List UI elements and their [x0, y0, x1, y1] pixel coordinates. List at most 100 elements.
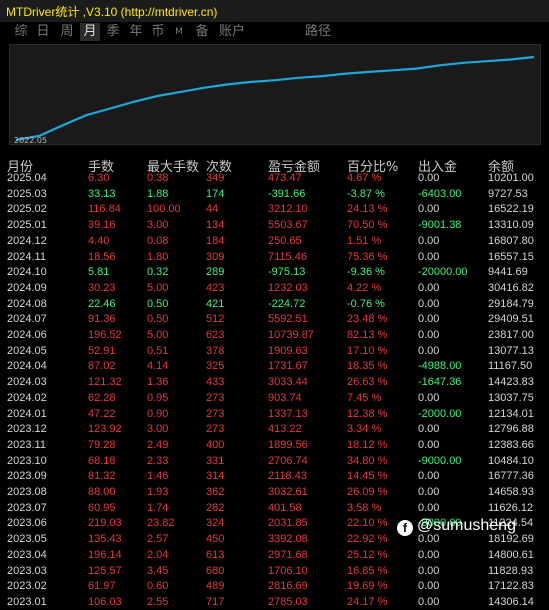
cell-month: 2024.07: [7, 313, 47, 326]
cell-deposit-withdrawal: 0.00: [418, 297, 440, 310]
tab-week[interactable]: 周: [57, 23, 77, 41]
cell-count: 349: [206, 172, 225, 184]
cell-pnl: 2031.85: [268, 517, 308, 530]
table-row[interactable]: 2024.06 196.52 5.00 623 10739.87 82.13 % 0.00 2…: [0, 328, 549, 343]
tab-month[interactable]: 月: [80, 23, 100, 41]
tab-summary[interactable]: 综: [11, 23, 31, 41]
cell-percent: 18.35 %: [347, 360, 388, 373]
cell-percent: 19.69 %: [347, 580, 388, 593]
cell-lots: 30.23: [88, 281, 116, 294]
tab-year[interactable]: 年: [126, 23, 146, 41]
table-row[interactable]: 2023.04 196.14 2.04 613 2971.68 25.12 % 0.00 14…: [0, 548, 549, 563]
cell-month: 2023.06: [7, 517, 47, 530]
cell-month: 2024.05: [7, 344, 47, 357]
cell-lots: 116.84: [88, 203, 121, 216]
cell-lots: 121.32: [88, 376, 122, 389]
cell-count: 680: [206, 564, 225, 577]
cell-count: 421: [206, 297, 225, 310]
cell-balance: 14800.61: [488, 548, 534, 561]
cell-lots: 88.00: [88, 486, 116, 498]
cell-balance: 16522.19: [488, 203, 534, 216]
cell-max-lots: 2.55: [147, 595, 169, 608]
cell-count: 314: [206, 470, 225, 483]
cell-deposit-withdrawal: 0.00: [418, 438, 440, 451]
cell-balance: 16777.36: [488, 470, 534, 483]
cell-deposit-withdrawal: 0.00: [418, 423, 440, 436]
cell-count: 400: [206, 438, 225, 451]
cell-balance: 16807.80: [488, 234, 534, 247]
cell-deposit-withdrawal: 0.00: [418, 580, 440, 593]
cell-percent: 17.10 %: [347, 344, 388, 357]
cell-deposit-withdrawal: -20000.00: [418, 266, 468, 279]
table-row[interactable]: 2023.08 88.00 1.93 362 3032.61 26.09 % 0.00 146…: [0, 485, 549, 500]
table-row[interactable]: 2024.03 121.32 1.36 433 3033.44 26.63 % -1647.…: [0, 375, 549, 390]
table-row[interactable]: 2024.02 62.28 0.95 273 903.74 7.45 % 0.00 13037…: [0, 391, 549, 406]
tab-notes[interactable]: 备: [192, 23, 212, 41]
cell-balance: 13037.75: [488, 391, 534, 404]
cell-deposit-withdrawal: -9000.00: [418, 454, 462, 467]
cell-balance: 17122.83: [488, 580, 534, 593]
cell-count: 423: [206, 281, 225, 294]
table-row[interactable]: 2023.10 68.18 2.33 331 2706.74 34.80 % -9000.0…: [0, 454, 549, 469]
table-row[interactable]: 2024.04 87.02 4.14 325 1731.67 18.35 % -4988.0…: [0, 359, 549, 374]
table-row[interactable]: 2023.11 79.28 2.49 400 1899.56 18.12 % 0.00 123…: [0, 438, 549, 453]
cell-count: 512: [206, 313, 225, 326]
cell-lots: 135.43: [88, 533, 122, 546]
cell-month: 2023.08: [7, 486, 47, 498]
cell-pnl: 1706.10: [268, 564, 308, 577]
cell-pnl: 7115.46: [268, 250, 307, 263]
cell-pnl: -391.66: [268, 187, 306, 200]
cell-month: 2024.01: [7, 407, 47, 420]
cell-pnl: 3392.08: [268, 533, 308, 546]
table-row[interactable]: 2024.10 5.81 0.32 289 -975.13 -9.36 % -20000.0…: [0, 265, 549, 280]
tab-quarter[interactable]: 季: [103, 23, 123, 41]
table-row[interactable]: 2025.01 39.16 3.00 134 5503.67 70.50 % -9001.3…: [0, 218, 549, 233]
cell-deposit-withdrawal: 0.00: [418, 548, 440, 561]
cell-deposit-withdrawal: -1647.36: [418, 376, 462, 389]
cell-month: 2023.03: [7, 564, 47, 577]
table-row[interactable]: 2024.12 4.40 0.08 184 250.65 1.51 % 0.00 16807.…: [0, 234, 549, 249]
cell-pnl: 1909.63: [268, 344, 308, 357]
table-row[interactable]: 2024.05 52.91 0.51 378 1909.63 17.10 % 0.00 130…: [0, 344, 549, 359]
table-row[interactable]: 2025.03 33.13 1.88 174 -391.66 -3.87 % -6403.0…: [0, 187, 549, 202]
table-row[interactable]: 2023.03 125.57 3.45 680 1706.10 16.85 % 0.00 11…: [0, 564, 549, 579]
cell-pnl: 3032.61: [268, 486, 308, 498]
cell-pnl: 903.74: [268, 391, 302, 404]
tab-currency[interactable]: 币: [148, 23, 168, 41]
cell-percent: 1.51 %: [347, 234, 382, 247]
tab-day[interactable]: 日: [33, 23, 53, 41]
cell-deposit-withdrawal: 0.00: [418, 329, 440, 341]
table-row[interactable]: 2023.09 81.32 1.46 314 2118.43 14.45 % 0.00 167…: [0, 469, 549, 484]
table-row[interactable]: 2024.08 22.46 0.50 421 -224.72 -0.76 % 0.00 291…: [0, 297, 549, 312]
table-row[interactable]: 2024.09 30.23 5.00 423 1232.03 4.22 % 0.00 3041…: [0, 281, 549, 296]
cell-month: 2024.06: [7, 329, 47, 341]
cell-deposit-withdrawal: 0.00: [418, 470, 440, 483]
table-row[interactable]: 2023.01 106.03 2.55 717 2785.03 24.17 % 0.00 14…: [0, 595, 549, 610]
table-row[interactable]: 2025.02 116.84 100.00 44 3212.10 24.13 % 0.00 1…: [0, 202, 549, 217]
cell-deposit-withdrawal: 0.00: [418, 234, 440, 247]
cell-max-lots: 2.04: [147, 548, 169, 561]
cell-max-lots: 3.00: [147, 423, 169, 436]
table-row[interactable]: 2024.01 47.22 0.90 273 1337.13 12.38 % -2000.0…: [0, 407, 549, 422]
cell-pnl: 5503.67: [268, 219, 308, 232]
cell-balance: 14306.14: [488, 595, 534, 608]
cell-max-lots: 4.14: [147, 360, 169, 373]
cell-month: 2023.10: [7, 454, 47, 467]
cell-pnl: 3212.10: [268, 203, 308, 216]
table-row[interactable]: 2025.04 6.30 0.38 349 473.47 4.67 % 0.00 10201.…: [0, 171, 549, 186]
table-row[interactable]: 2024.11 18.56 1.80 309 7115.46 75.36 % 0.00 165…: [0, 250, 549, 265]
tab-path[interactable]: 路径: [303, 23, 333, 41]
cell-month: 2025.04: [7, 172, 47, 184]
table-row[interactable]: 2023.12 123.92 3.00 273 413.22 3.34 % 0.00 1279…: [0, 422, 549, 437]
tab-m[interactable]: M: [171, 23, 187, 41]
tab-account[interactable]: 账户: [217, 23, 247, 41]
cell-max-lots: 1.74: [147, 501, 169, 514]
cell-count: 184: [206, 234, 225, 247]
cell-month: 2024.10: [7, 266, 47, 279]
cell-pnl: 5592.51: [268, 313, 308, 326]
cell-balance: 14423.83: [488, 376, 534, 389]
table-row[interactable]: 2023.02 61.97 0.60 489 2816.69 19.69 % 0.00 171…: [0, 579, 549, 594]
cell-max-lots: 1.80: [147, 250, 169, 263]
table-row[interactable]: 2024.07 91.36 0.50 512 5592.51 23.48 % 0.00 294…: [0, 312, 549, 327]
table-row[interactable]: 2023.07 60.95 1.74 282 401.58 3.58 % 0.00 11626…: [0, 501, 549, 516]
